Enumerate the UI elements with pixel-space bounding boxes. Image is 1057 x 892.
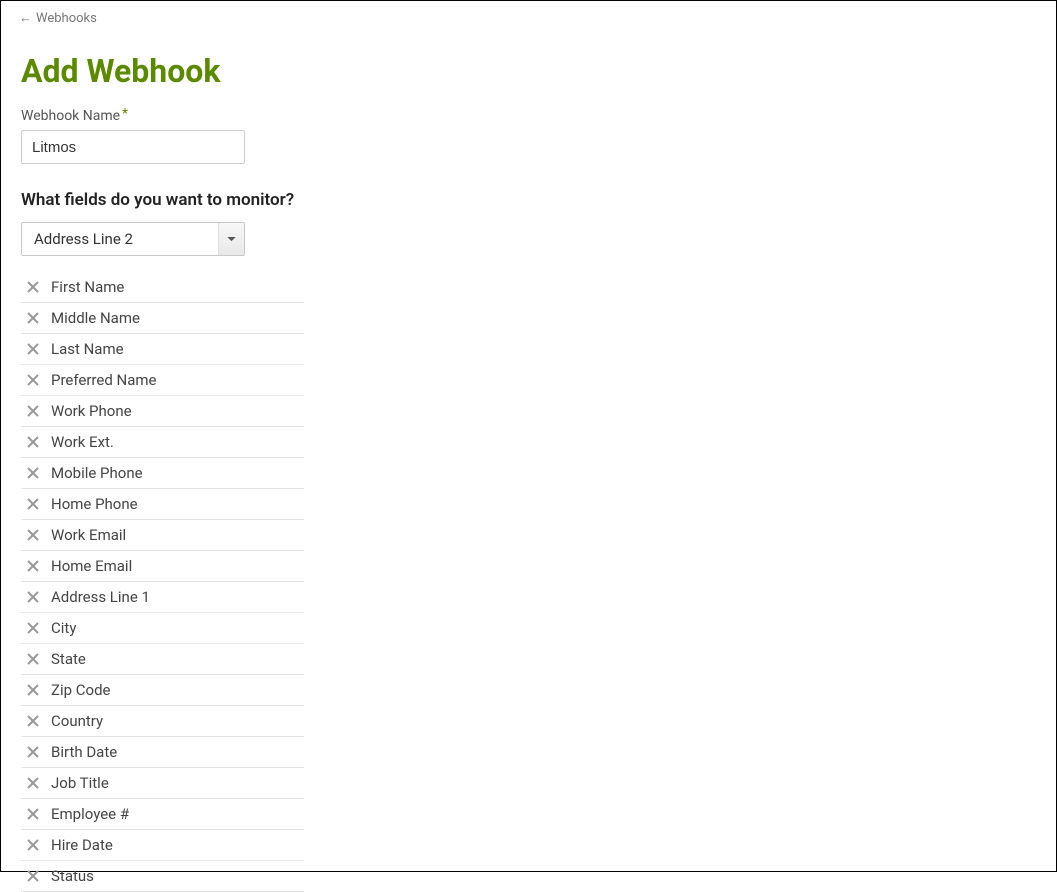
list-item: Last Name [21,334,304,365]
remove-icon[interactable] [21,374,45,386]
remove-icon[interactable] [21,746,45,758]
list-item: Mobile Phone [21,458,304,489]
list-item: Country [21,706,304,737]
field-name-label: Employee # [45,805,129,823]
field-name-label: First Name [45,278,124,296]
field-name-label: Middle Name [45,309,140,327]
list-item: Home Email [21,551,304,582]
list-item: Work Ext. [21,427,304,458]
field-name-label: Home Email [45,557,132,575]
selected-fields-list: First Name Middle Name Last Name Preferred … [21,272,304,892]
remove-icon[interactable] [21,715,45,727]
field-name-label: Hire Date [45,836,113,854]
list-item: City [21,613,304,644]
list-item: State [21,644,304,675]
remove-icon[interactable] [21,684,45,696]
remove-icon[interactable] [21,281,45,293]
list-item: Preferred Name [21,365,304,396]
field-name-label: Work Email [45,526,126,544]
page-title: Add Webhook [21,52,1036,90]
list-item: Address Line 1 [21,582,304,613]
list-item: Work Email [21,520,304,551]
required-marker: * [122,106,128,122]
list-item: Home Phone [21,489,304,520]
remove-icon[interactable] [21,622,45,634]
remove-icon[interactable] [21,808,45,820]
remove-icon[interactable] [21,653,45,665]
field-name-label: Preferred Name [45,371,156,389]
field-name-label: Address Line 1 [45,588,150,606]
list-item: Work Phone [21,396,304,427]
monitor-fields-heading: What fields do you want to monitor? [21,190,1036,210]
remove-icon[interactable] [21,467,45,479]
field-name-label: Status [45,867,94,885]
webhook-name-input[interactable] [21,130,245,164]
remove-icon[interactable] [21,560,45,572]
field-name-label: Birth Date [45,743,117,761]
field-name-label: Home Phone [45,495,138,513]
list-item: Birth Date [21,737,304,768]
field-name-label: City [45,619,76,637]
remove-icon[interactable] [21,436,45,448]
chevron-down-icon [218,223,244,255]
list-item: First Name [21,272,304,303]
list-item: Employee # [21,799,304,830]
field-name-label: Zip Code [45,681,111,699]
remove-icon[interactable] [21,312,45,324]
webhook-name-label: Webhook Name* [21,108,1036,124]
remove-icon[interactable] [21,529,45,541]
list-item: Middle Name [21,303,304,334]
list-item: Hire Date [21,830,304,861]
breadcrumb-link[interactable]: Webhooks [36,11,97,26]
breadcrumb[interactable]: ← Webhooks [1,1,1056,32]
field-name-label: State [45,650,86,668]
list-item: Job Title [21,768,304,799]
field-select-value: Address Line 2 [22,223,218,255]
remove-icon[interactable] [21,405,45,417]
list-item: Status [21,861,304,892]
field-select[interactable]: Address Line 2 [21,222,245,256]
webhook-name-label-text: Webhook Name [21,108,120,124]
remove-icon[interactable] [21,839,45,851]
field-name-label: Work Phone [45,402,132,420]
remove-icon[interactable] [21,591,45,603]
remove-icon[interactable] [21,343,45,355]
list-item: Zip Code [21,675,304,706]
field-name-label: Country [45,712,103,730]
field-name-label: Last Name [45,340,124,358]
remove-icon[interactable] [21,777,45,789]
field-name-label: Job Title [45,774,109,792]
field-name-label: Mobile Phone [45,464,143,482]
back-arrow-icon: ← [19,12,32,25]
field-name-label: Work Ext. [45,433,114,451]
remove-icon[interactable] [21,498,45,510]
